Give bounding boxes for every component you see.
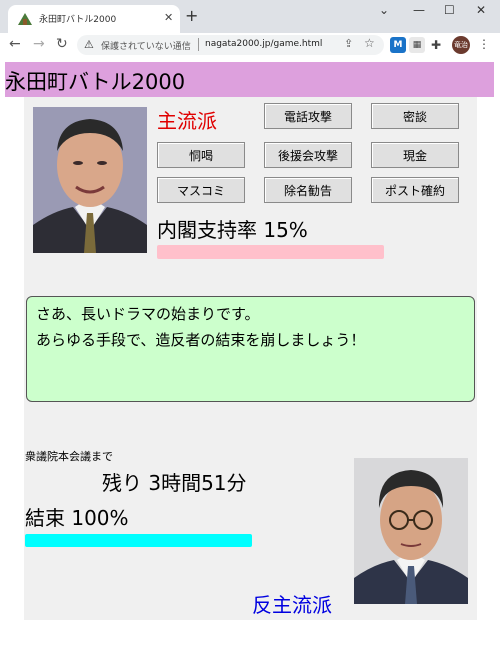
forward-icon[interactable]: → [33, 36, 45, 52]
browser-tab[interactable]: 永田町バトル2000 ✕ [8, 5, 180, 33]
supporter-attack-button[interactable]: 後援会攻撃 [264, 142, 352, 168]
tab-title: 永田町バトル2000 [39, 15, 117, 25]
close-window-icon[interactable]: ✕ [476, 3, 486, 17]
threaten-button[interactable]: 恫喝 [157, 142, 245, 168]
url-text[interactable]: nagata2000.jp/game.html [205, 39, 322, 49]
web-page: 永田町バトル2000 主流派 電話攻撃 密談 恫喝 後援会攻撃 現金 マスコミ … [0, 59, 500, 672]
new-tab-icon[interactable]: + [185, 6, 198, 25]
security-label[interactable]: 保護されていない通信 [101, 39, 191, 52]
mass-media-button[interactable]: マスコミ [157, 177, 245, 203]
unity-bar [25, 534, 252, 547]
extension-grid-icon[interactable]: ▦ [409, 37, 425, 53]
maximize-icon[interactable]: ☐ [444, 3, 455, 17]
extensions-puzzle-icon[interactable]: ✚ [428, 37, 444, 53]
mainstream-leader-portrait [33, 107, 147, 253]
message-line-1: さあ、長いドラマの始まりです。 [36, 305, 260, 323]
tab-bar: 永田町バトル2000 ✕ + ⌄ — ☐ ✕ [0, 0, 500, 33]
message-line-2: あらゆる手段で、造反者の結束を崩しましょう！ [36, 331, 366, 349]
mainstream-faction-label: 主流派 [157, 109, 217, 133]
browser-toolbar: ← → ↻ ⚠ 保護されていない通信 nagata2000.jp/game.ht… [0, 33, 500, 59]
share-icon[interactable]: ⇪ [344, 37, 353, 50]
cash-button[interactable]: 現金 [371, 142, 459, 168]
page-header: 永田町バトル2000 [5, 62, 494, 97]
time-remaining: 残り 3時間51分 [102, 471, 247, 495]
post-promise-button[interactable]: ポスト確約 [371, 177, 459, 203]
chevron-down-icon[interactable]: ⌄ [379, 3, 389, 17]
back-icon[interactable]: ← [9, 36, 21, 52]
close-tab-icon[interactable]: ✕ [164, 11, 173, 24]
page-title: 永田町バトル2000 [5, 70, 186, 94]
menu-kebab-icon[interactable]: ⋮ [478, 37, 490, 51]
portrait-person-icon [354, 458, 468, 604]
unity-label: 結束 100% [25, 506, 129, 530]
profile-avatar[interactable]: 竜治 [452, 36, 470, 54]
cabinet-support-label: 内閣支持率 15% [157, 218, 308, 242]
timer-caption: 衆議院本会議まで [25, 450, 113, 463]
phone-attack-button[interactable]: 電話攻撃 [264, 103, 352, 129]
message-box: さあ、長いドラマの始まりです。 あらゆる手段で、造反者の結束を崩しましょう！ [26, 296, 475, 402]
game-panel: 主流派 電話攻撃 密談 恫喝 後援会攻撃 現金 マスコミ 除名勧告 ポスト確約 … [24, 97, 477, 620]
anti-mainstream-faction-label: 反主流派 [252, 593, 332, 617]
mountain-favicon-icon [18, 13, 32, 25]
minimize-icon[interactable]: — [413, 3, 425, 17]
warning-icon[interactable]: ⚠ [84, 38, 94, 51]
expulsion-button[interactable]: 除名勧告 [264, 177, 352, 203]
cabinet-support-bar [157, 245, 384, 259]
bookmark-star-icon[interactable]: ☆ [364, 36, 375, 50]
portrait-person-icon [33, 107, 147, 253]
address-bar[interactable]: ⚠ 保護されていない通信 nagata2000.jp/game.html ⇪ ☆ [77, 35, 384, 55]
separator [198, 38, 199, 51]
extension-m-icon[interactable]: M [390, 37, 406, 53]
secret-talk-button[interactable]: 密談 [371, 103, 459, 129]
anti-mainstream-leader-portrait [354, 458, 468, 604]
reload-icon[interactable]: ↻ [56, 36, 68, 52]
